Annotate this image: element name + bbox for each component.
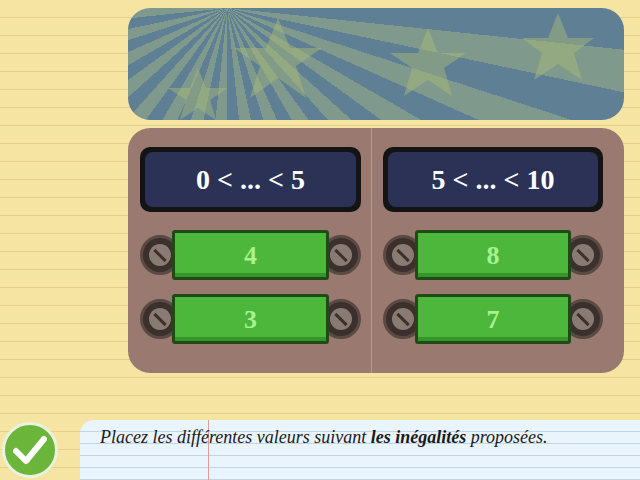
validate-button[interactable] [0, 420, 60, 480]
inequality-column: 0 < ... < 5 4 3 [128, 128, 372, 373]
value-label: 7 [487, 300, 500, 339]
answer-panel: 0 < ... < 5 4 3 5 < ... < 10 8 7 [128, 128, 624, 373]
value-label: 8 [487, 236, 500, 275]
inequality-display: 5 < ... < 10 [383, 147, 603, 212]
inequality-display: 0 < ... < 5 [140, 147, 361, 212]
banner [128, 8, 624, 120]
value-label: 3 [244, 300, 257, 339]
value-tile[interactable]: 3 [172, 294, 329, 344]
stars-icon [128, 8, 624, 120]
value-slot: 8 [383, 230, 603, 280]
value-tile[interactable]: 7 [415, 294, 571, 344]
value-slot: 7 [383, 294, 603, 344]
inequality-column: 5 < ... < 10 8 7 [372, 128, 624, 373]
value-slot: 4 [140, 230, 361, 280]
checkmark-icon [13, 435, 47, 465]
inequality-label: 5 < ... < 10 [432, 159, 555, 201]
instruction-text: Placez les différentes valeurs suivant l… [100, 424, 640, 450]
value-label: 4 [244, 236, 257, 275]
instruction-part: Placez les différentes valeurs suivant [100, 427, 371, 447]
inequality-label: 0 < ... < 5 [196, 159, 305, 201]
value-tile[interactable]: 4 [172, 230, 329, 280]
instruction-bold: les inégalités [371, 427, 467, 447]
instruction-paper: Placez les différentes valeurs suivant l… [80, 420, 640, 480]
value-slot: 3 [140, 294, 361, 344]
instruction-part: proposées. [466, 427, 547, 447]
value-tile[interactable]: 8 [415, 230, 571, 280]
